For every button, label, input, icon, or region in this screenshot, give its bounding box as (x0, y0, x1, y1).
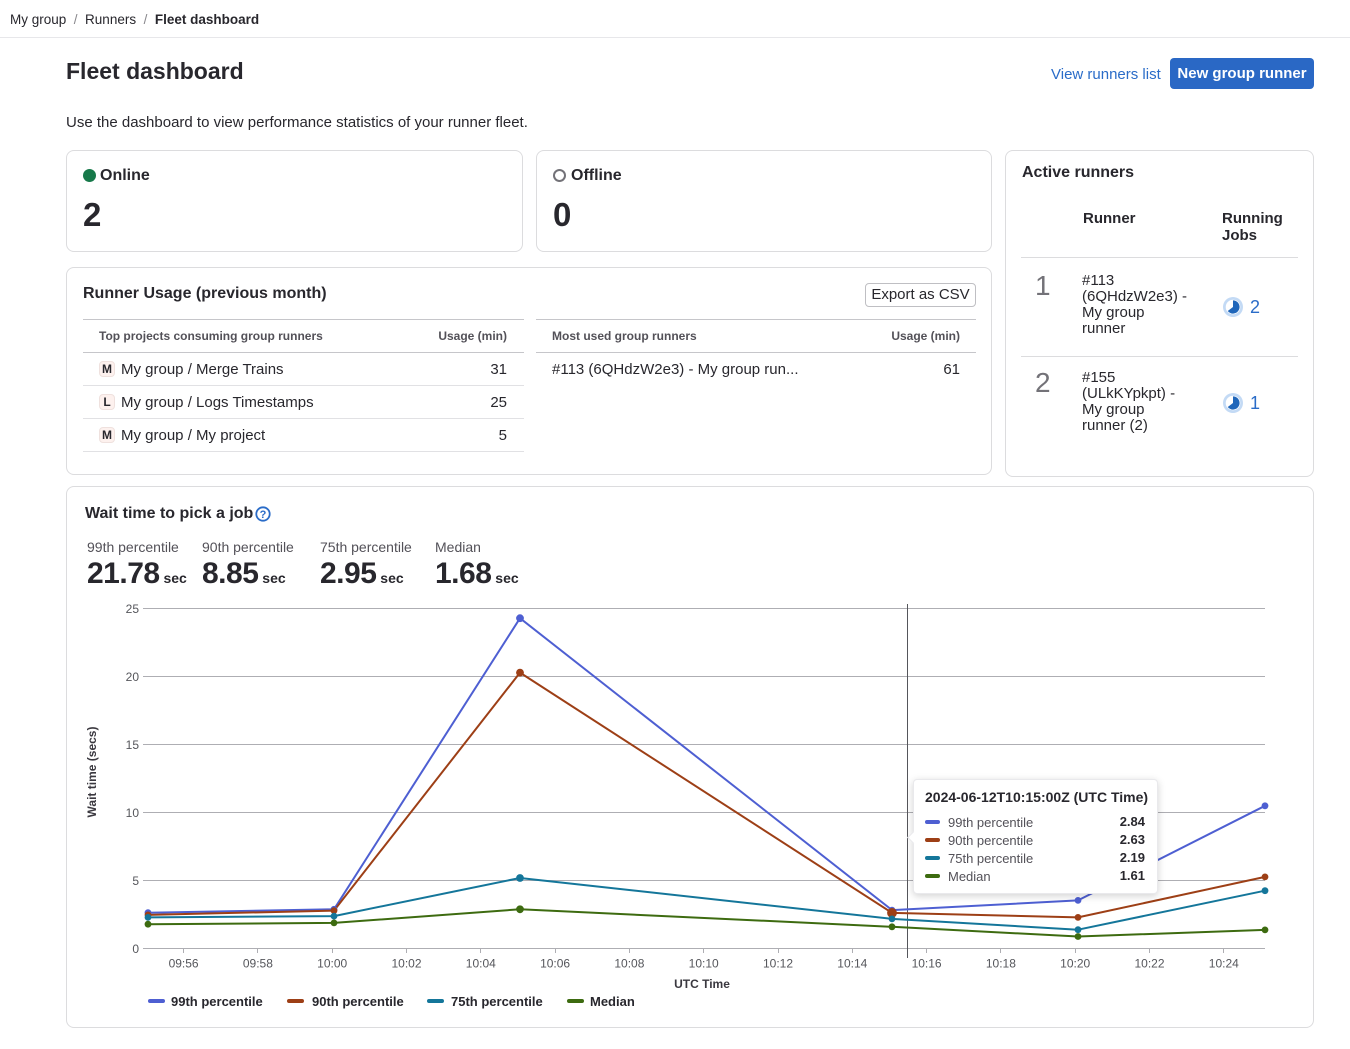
svg-text:UTC Time: UTC Time (674, 977, 730, 991)
svg-text:10:16: 10:16 (912, 957, 942, 971)
svg-text:10:04: 10:04 (466, 957, 496, 971)
svg-text:10:06: 10:06 (540, 957, 570, 971)
svg-text:0: 0 (132, 942, 139, 956)
svg-text:25: 25 (126, 602, 140, 616)
svg-text:10:18: 10:18 (986, 957, 1016, 971)
svg-text:5: 5 (132, 874, 139, 888)
svg-text:20: 20 (126, 670, 140, 684)
svg-text:10:14: 10:14 (837, 957, 867, 971)
svg-text:10: 10 (126, 806, 140, 820)
svg-text:10:12: 10:12 (763, 957, 793, 971)
svg-text:10:24: 10:24 (1209, 957, 1239, 971)
svg-text:Wait time (secs): Wait time (secs) (85, 727, 99, 818)
svg-text:10:02: 10:02 (391, 957, 421, 971)
svg-text:10:20: 10:20 (1060, 957, 1090, 971)
svg-text:10:00: 10:00 (317, 957, 347, 971)
svg-text:09:56: 09:56 (169, 957, 199, 971)
svg-text:10:08: 10:08 (614, 957, 644, 971)
svg-text:09:58: 09:58 (243, 957, 273, 971)
svg-text:15: 15 (126, 738, 140, 752)
svg-text:10:10: 10:10 (689, 957, 719, 971)
svg-text:10:22: 10:22 (1134, 957, 1164, 971)
